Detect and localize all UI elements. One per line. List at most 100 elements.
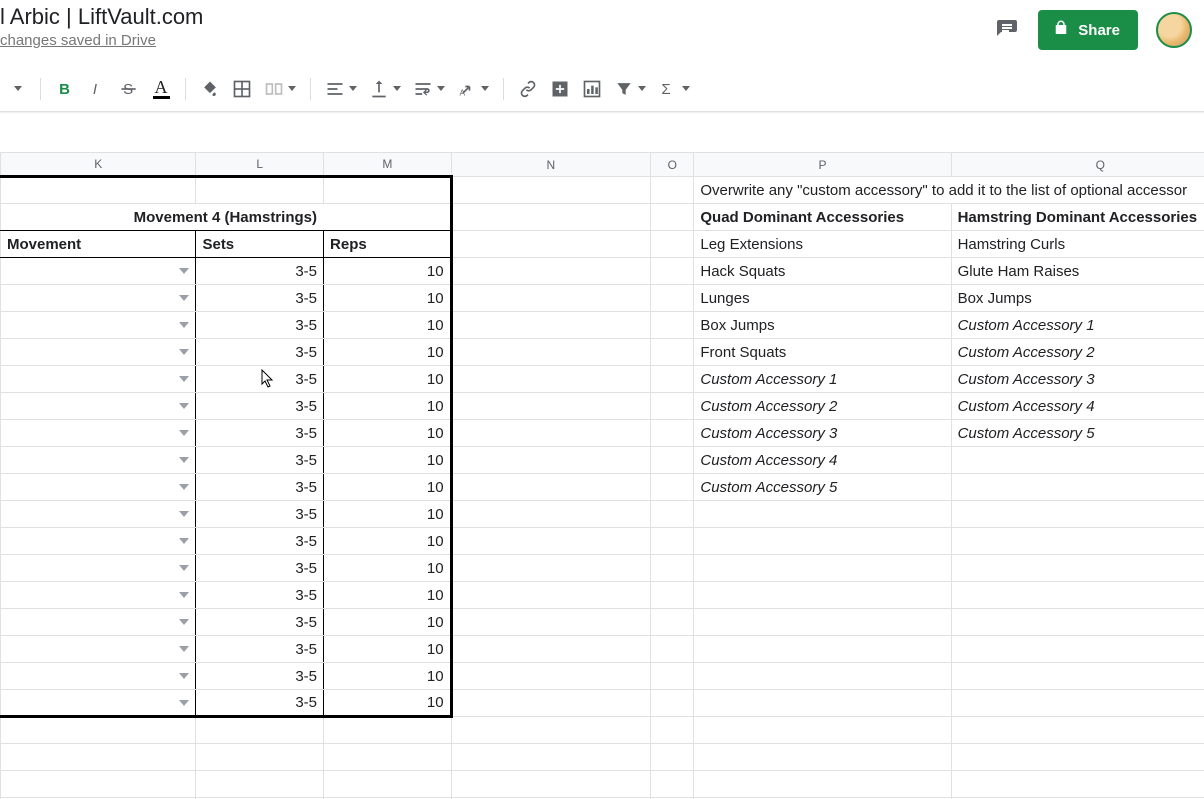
cell[interactable] (451, 285, 651, 312)
cell[interactable] (651, 447, 694, 474)
quad-accessory[interactable]: Hack Squats (694, 258, 951, 285)
movement-dropdown[interactable] (1, 393, 196, 420)
column-header[interactable]: M (324, 153, 452, 177)
cell[interactable] (951, 744, 1204, 771)
column-header[interactable]: L (196, 153, 324, 177)
column-header[interactable]: K (1, 153, 196, 177)
overwrite-note[interactable]: Overwrite any "custom accessory" to add … (694, 177, 1204, 204)
sets-cell[interactable]: 3-5 (196, 312, 324, 339)
cell[interactable] (1, 177, 196, 204)
cell[interactable] (451, 420, 651, 447)
cell[interactable] (451, 231, 651, 258)
ham-accessory[interactable] (951, 501, 1204, 528)
movement-dropdown[interactable] (1, 447, 196, 474)
quad-accessory[interactable] (694, 663, 951, 690)
movement-dropdown[interactable] (1, 690, 196, 717)
cell[interactable] (324, 744, 452, 771)
comments-icon[interactable] (994, 17, 1020, 43)
cell[interactable] (451, 717, 651, 744)
ham-accessory[interactable] (951, 636, 1204, 663)
ham-accessory[interactable] (951, 555, 1204, 582)
sets-cell[interactable]: 3-5 (196, 555, 324, 582)
reps-cell[interactable]: 10 (324, 366, 452, 393)
cell[interactable] (651, 636, 694, 663)
column-header[interactable]: Q (951, 153, 1204, 177)
cell[interactable] (651, 231, 694, 258)
cell[interactable] (1, 717, 196, 744)
quad-accessory[interactable] (694, 555, 951, 582)
sets-cell[interactable]: 3-5 (196, 474, 324, 501)
cell[interactable] (651, 501, 694, 528)
sets-cell[interactable]: 3-5 (196, 582, 324, 609)
text-wrap-dropdown[interactable] (409, 74, 449, 104)
reps-cell[interactable]: 10 (324, 285, 452, 312)
reps-cell[interactable]: 10 (324, 447, 452, 474)
quad-accessory[interactable] (694, 528, 951, 555)
movement-dropdown[interactable] (1, 285, 196, 312)
ham-accessory[interactable] (951, 474, 1204, 501)
quad-accessory[interactable]: Lunges (694, 285, 951, 312)
quad-accessory[interactable] (694, 690, 951, 717)
cell[interactable] (451, 339, 651, 366)
reps-cell[interactable]: 10 (324, 663, 452, 690)
ham-accessory[interactable]: Custom Accessory 5 (951, 420, 1204, 447)
cell[interactable] (324, 717, 452, 744)
quad-accessory[interactable]: Box Jumps (694, 312, 951, 339)
cell[interactable] (451, 258, 651, 285)
reps-cell[interactable]: 10 (324, 690, 452, 717)
cell[interactable] (694, 771, 951, 798)
reps-cell[interactable]: 10 (324, 339, 452, 366)
sets-cell[interactable]: 3-5 (196, 285, 324, 312)
movement-dropdown[interactable] (1, 474, 196, 501)
ham-accessory[interactable] (951, 663, 1204, 690)
ham-accessory[interactable]: Custom Accessory 1 (951, 312, 1204, 339)
reps-cell[interactable]: 10 (324, 393, 452, 420)
cell[interactable] (451, 528, 651, 555)
sets-cell[interactable]: 3-5 (196, 339, 324, 366)
cell[interactable] (196, 744, 324, 771)
reps-cell[interactable]: 10 (324, 474, 452, 501)
movement-dropdown[interactable] (1, 366, 196, 393)
cell[interactable] (651, 177, 694, 204)
fill-color-button[interactable] (196, 74, 224, 104)
cell[interactable] (451, 636, 651, 663)
cell[interactable] (651, 528, 694, 555)
movement-dropdown[interactable] (1, 609, 196, 636)
cell[interactable] (651, 609, 694, 636)
ham-accessory[interactable] (951, 690, 1204, 717)
movement-dropdown[interactable] (1, 339, 196, 366)
sets-cell[interactable]: 3-5 (196, 393, 324, 420)
reps-cell[interactable]: 10 (324, 636, 452, 663)
movement-dropdown[interactable] (1, 663, 196, 690)
filter-dropdown[interactable] (610, 74, 650, 104)
ham-accessory[interactable]: Hamstring Curls (951, 231, 1204, 258)
cell[interactable] (324, 771, 452, 798)
horizontal-align-dropdown[interactable] (321, 74, 361, 104)
cell[interactable] (694, 744, 951, 771)
quad-accessory[interactable]: Custom Accessory 2 (694, 393, 951, 420)
movement-dropdown[interactable] (1, 312, 196, 339)
cell[interactable] (651, 744, 694, 771)
reps-cell[interactable]: 10 (324, 258, 452, 285)
cell[interactable] (651, 420, 694, 447)
cell[interactable] (451, 177, 651, 204)
cell[interactable] (651, 582, 694, 609)
cell[interactable] (451, 663, 651, 690)
cell[interactable] (451, 690, 651, 717)
quad-accessory[interactable]: Custom Accessory 1 (694, 366, 951, 393)
save-status[interactable]: changes saved in Drive (0, 32, 994, 49)
movement-dropdown[interactable] (1, 555, 196, 582)
cell[interactable] (451, 744, 651, 771)
ham-accessory[interactable]: Custom Accessory 3 (951, 366, 1204, 393)
cell[interactable] (451, 447, 651, 474)
cell[interactable] (651, 555, 694, 582)
cell[interactable] (451, 609, 651, 636)
merge-cells-dropdown[interactable] (260, 74, 300, 104)
document-title[interactable]: l Arbic | LiftVault.com (0, 4, 203, 29)
share-button[interactable]: Share (1038, 10, 1138, 50)
movement-dropdown[interactable] (1, 258, 196, 285)
cell[interactable] (451, 582, 651, 609)
cell[interactable] (651, 285, 694, 312)
ham-accessory[interactable] (951, 582, 1204, 609)
cell[interactable] (951, 717, 1204, 744)
